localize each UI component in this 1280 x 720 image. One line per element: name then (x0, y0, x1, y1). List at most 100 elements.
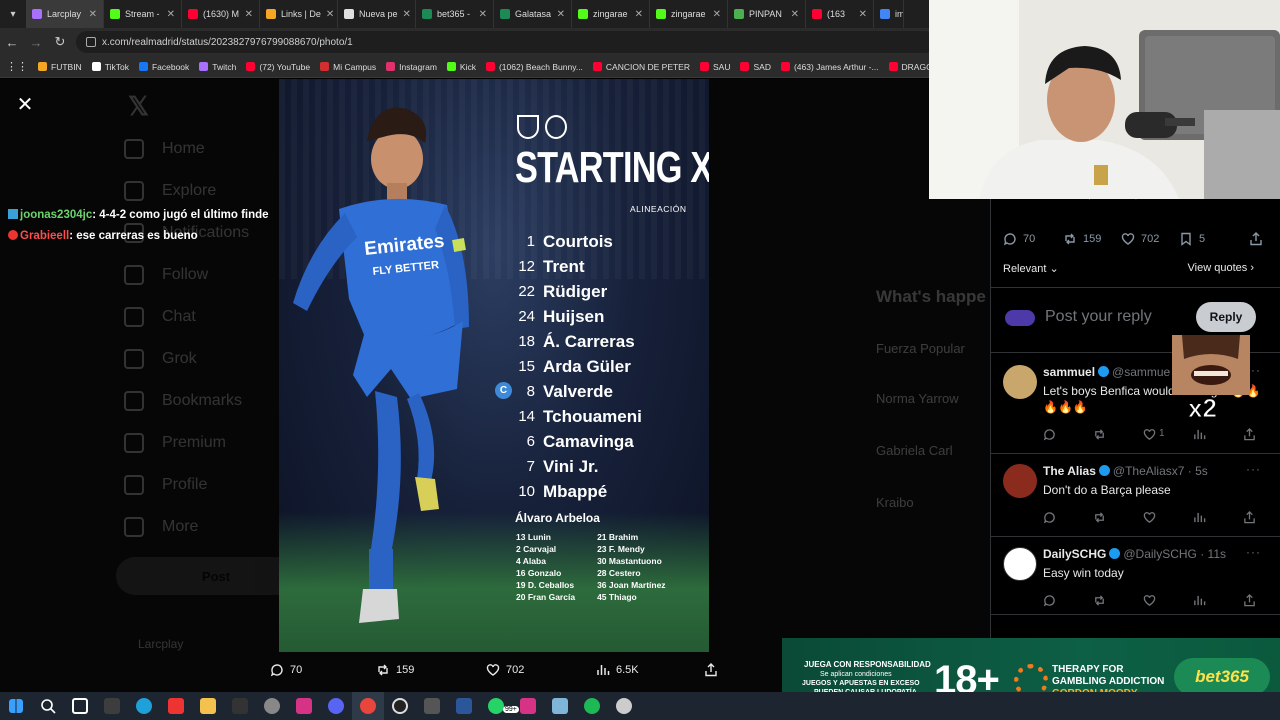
views-action[interactable]: 6.5K (596, 663, 639, 677)
bookmark-item[interactable]: (1062) Beach Bunny... (485, 62, 583, 72)
tab-close-icon[interactable]: ✕ (245, 9, 253, 20)
back-icon[interactable]: ← (0, 28, 24, 56)
reply-button[interactable]: Reply (1196, 302, 1256, 332)
app-icon[interactable] (288, 692, 320, 720)
browser-tab[interactable]: bet365 - ✕ (416, 0, 494, 28)
sidebar-item-more[interactable]: More (124, 517, 198, 537)
bookmark-item[interactable]: CANCION DE PETER (592, 62, 690, 72)
view-quotes-link[interactable]: View quotes › (1188, 262, 1254, 274)
tab-close-icon[interactable]: ✕ (791, 9, 799, 20)
reload-icon[interactable]: ↻ (48, 28, 72, 56)
stat-share[interactable] (1249, 232, 1263, 246)
tab-search-icon[interactable]: ▾ (0, 0, 26, 28)
tab-close-icon[interactable]: ✕ (167, 9, 175, 20)
obs-icon[interactable] (384, 692, 416, 720)
sidebar-item-explore[interactable]: Explore (124, 181, 216, 201)
browser-tab[interactable]: zingarae ✕ (650, 0, 728, 28)
reply-icon[interactable] (1043, 511, 1056, 524)
app-icon[interactable] (256, 692, 288, 720)
sidebar-item-chat[interactable]: Chat (124, 307, 196, 327)
avatar[interactable] (1003, 547, 1037, 581)
browser-tab[interactable]: (163 ✕ (806, 0, 874, 28)
browser-tab[interactable]: Nueva pe ✕ (338, 0, 416, 28)
sidebar-item-profile[interactable]: Profile (124, 475, 207, 495)
bookmark-item[interactable]: Mi Campus (320, 62, 376, 72)
like-action[interactable]: 702 (486, 663, 524, 677)
more-icon[interactable]: ··· (1246, 462, 1261, 476)
reply-author[interactable]: sammuel (1043, 365, 1095, 379)
sidebar-item-home[interactable]: Home (124, 139, 205, 159)
calculator-icon[interactable] (416, 692, 448, 720)
share-icon[interactable] (1243, 428, 1256, 441)
apps-icon[interactable]: ⋮⋮ (6, 60, 28, 73)
bookmark-item[interactable]: Kick (446, 62, 476, 72)
site-info-icon[interactable] (86, 37, 96, 47)
browser-tab[interactable]: (1630) M ✕ (182, 0, 260, 28)
lineup-image[interactable]: Emirates FLY BETTER STARTING XI ALINEACI… (279, 79, 709, 652)
tab-close-icon[interactable]: ✕ (403, 9, 411, 20)
share-icon[interactable] (1243, 594, 1256, 607)
views-icon[interactable] (1193, 594, 1206, 607)
heart-icon[interactable] (1143, 428, 1156, 441)
views-icon[interactable] (1193, 511, 1206, 524)
app-icon[interactable] (224, 692, 256, 720)
repost-icon[interactable] (1093, 511, 1106, 524)
bookmark-item[interactable]: Facebook (138, 62, 189, 72)
stat-reposts[interactable]: 159 (1063, 232, 1101, 246)
bookmark-item[interactable]: (72) YouTube (246, 62, 310, 72)
windows-start-icon[interactable] (0, 692, 32, 720)
app-icon[interactable] (96, 692, 128, 720)
bookmark-item[interactable]: Instagram (386, 62, 437, 72)
browser-tab[interactable]: Larcplay ✕ (26, 0, 104, 28)
tab-close-icon[interactable]: ✕ (859, 9, 867, 20)
tab-close-icon[interactable]: ✕ (326, 9, 334, 20)
reply-item[interactable]: The Alias @TheAliasx7 · 5s ··· Don't do a… (991, 454, 1280, 537)
sidebar-item-grok[interactable]: Grok (124, 349, 197, 369)
bookmark-item[interactable]: SAD (740, 62, 771, 72)
bookmark-item[interactable]: (463) James Arthur -... (780, 62, 879, 72)
share-icon[interactable] (1243, 511, 1256, 524)
word-icon[interactable] (448, 692, 480, 720)
reply-author[interactable]: The Alias (1043, 464, 1096, 478)
avatar[interactable] (1003, 464, 1037, 498)
reply-input[interactable]: Post your reply (1045, 308, 1152, 326)
browser-tab[interactable]: PINPAN ✕ (728, 0, 806, 28)
sidebar-item-premium[interactable]: Premium (124, 433, 226, 453)
tab-close-icon[interactable]: ✕ (557, 9, 565, 20)
stat-replies[interactable]: 70 (1003, 232, 1035, 246)
bookmark-item[interactable]: SAU (700, 62, 730, 72)
file-explorer-icon[interactable] (192, 692, 224, 720)
avatar[interactable] (1003, 365, 1037, 399)
edge-icon[interactable] (128, 692, 160, 720)
address-bar[interactable]: x.com/realmadrid/status/2023827976799088… (76, 31, 936, 53)
repost-icon[interactable] (1093, 594, 1106, 607)
sidebar-user[interactable]: Larcplay (138, 637, 183, 651)
tab-close-icon[interactable]: ✕ (89, 9, 97, 20)
heart-icon[interactable] (1143, 511, 1156, 524)
browser-tab[interactable]: Links | De ✕ (260, 0, 338, 28)
stat-bookmarks[interactable]: 5 (1179, 232, 1205, 246)
search-icon[interactable] (32, 692, 64, 720)
reply-author[interactable]: DailySCHG (1043, 547, 1106, 561)
repost-action[interactable]: 159 (376, 663, 414, 677)
tab-close-icon[interactable]: ✕ (713, 9, 721, 20)
more-icon[interactable]: ··· (1246, 545, 1261, 559)
sidebar-item-bookmarks[interactable]: Bookmarks (124, 391, 242, 411)
forward-icon[interactable]: → (24, 28, 48, 56)
sidebar-item-follow[interactable]: Follow (124, 265, 208, 285)
browser-tab[interactable]: Stream - ✕ (104, 0, 182, 28)
heart-icon[interactable] (1143, 594, 1156, 607)
tab-close-icon[interactable]: ✕ (635, 9, 643, 20)
app-icon[interactable] (544, 692, 576, 720)
app-icon[interactable] (160, 692, 192, 720)
discord-icon[interactable] (320, 692, 352, 720)
bookmark-item[interactable]: Twitch (199, 62, 236, 72)
tab-close-icon[interactable]: ✕ (479, 9, 487, 20)
reply-action[interactable]: 70 (270, 663, 302, 677)
bookmark-item[interactable]: FUTBIN (38, 62, 82, 72)
views-icon[interactable] (1193, 428, 1206, 441)
app-icon[interactable] (608, 692, 640, 720)
task-view-icon[interactable] (64, 692, 96, 720)
stat-likes[interactable]: 702 (1121, 232, 1159, 246)
reply-item[interactable]: DailySCHG @DailySCHG · 11s ··· Easy win t… (991, 537, 1280, 615)
